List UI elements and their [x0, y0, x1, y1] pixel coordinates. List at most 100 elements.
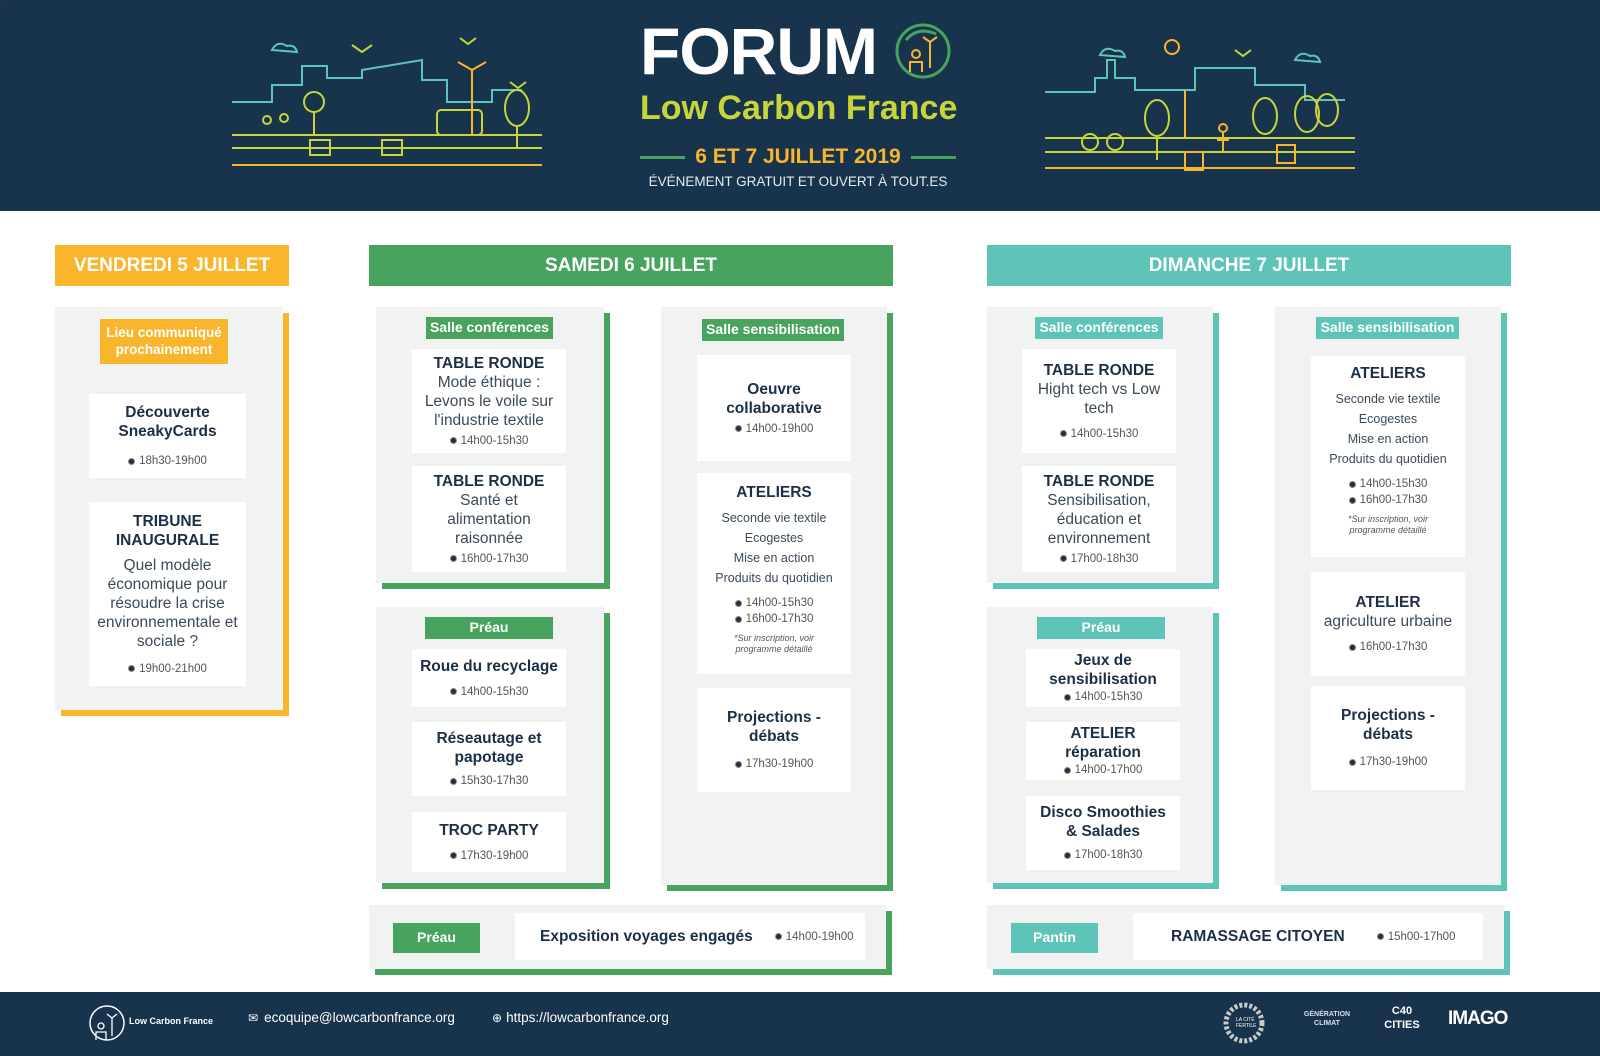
event-subtitle: Quel modèle économique pour résoudre la … [97, 556, 238, 650]
clock-icon [449, 437, 457, 444]
footer-url-text[interactable]: https://lowcarbonfrance.org [506, 1010, 669, 1025]
saturday-bottom-tag: Préau [393, 923, 480, 953]
event-card-tribune: TRIBUNE INAUGURALE Quel modèle économiqu… [89, 502, 246, 686]
sunday-preau-tag: Préau [1037, 617, 1165, 639]
event-subtitle: Santé et alimentation raisonnée [447, 491, 531, 547]
event-card-reseautage: Réseautage et papotage 15h30-17h30 [412, 722, 566, 796]
event-title: Projections - débats [1341, 707, 1435, 743]
partner-logo-imago: IMAGO [1448, 1008, 1508, 1029]
clock-icon [1059, 430, 1067, 437]
event-time: 17h30-19h00 [734, 756, 814, 772]
clock-icon [1063, 851, 1071, 859]
ateliers-times: 14h00-15h30 16h00-17h30 [734, 592, 814, 627]
event-time-text: 14h00-15h30 [1359, 478, 1428, 490]
clock-icon [734, 599, 742, 607]
event-card-reparation: ATELIER réparation 14h00-17h00 [1026, 722, 1180, 780]
event-time: 16h00-17h30 [449, 551, 528, 567]
event-card-roue: Roue du recyclage 14h00-15h30 [412, 649, 566, 707]
clock-icon [1376, 933, 1384, 940]
event-time: 14h00-15h30 [449, 433, 529, 449]
clock-icon [734, 425, 742, 432]
clock-icon [449, 688, 457, 695]
event-title: Découverte SneakyCards [118, 404, 217, 440]
footer-website[interactable]: ⊕ https://lowcarbonfrance.org [492, 1010, 669, 1025]
atelier-item: Produits du quotidien [715, 571, 833, 585]
clock-icon [128, 457, 136, 465]
event-title: TABLE RONDE [1043, 361, 1155, 379]
clock-icon [734, 615, 742, 623]
event-time-text: 17h00-18h30 [1070, 552, 1139, 565]
atelier-item: Produits du quotidien [1329, 452, 1447, 466]
atelier-item: Mise en action [733, 551, 815, 565]
clock-icon [734, 760, 742, 768]
day-header-saturday: SAMEDI 6 JUILLET [369, 245, 893, 286]
footer-email[interactable]: ✉ ecoquipe@lowcarbonfrance.org [248, 1010, 455, 1025]
sunday-conf-tag: Salle conférences [1035, 317, 1163, 339]
event-title: TRIBUNE INAUGURALE [115, 512, 220, 549]
people-globe-icon [895, 23, 951, 79]
event-time-text: 17h00-18h30 [1074, 849, 1143, 861]
event-card-oeuvre: Oeuvre collaborative 14h00-19h00 [697, 355, 851, 461]
friday-location-tag: Lieu communiqué prochainement [100, 319, 228, 364]
event-time-text: 14h00-17h00 [1074, 764, 1143, 776]
clock-icon [1348, 496, 1356, 504]
partner-logo-cite-fertile: LA CITÉ FERTILE [1222, 1000, 1266, 1046]
event-time: 14h00-15h30 [1059, 426, 1138, 442]
event-title: TABLE RONDE [1043, 472, 1155, 490]
event-title: ATELIERS [736, 484, 812, 501]
globe-icon: ⊕ [492, 1010, 503, 1025]
event-card-disco: Disco Smoothies & Salades 17h00-18h30 [1026, 796, 1180, 870]
corner-letter: E [1, 0, 8, 11]
day-header-friday: VENDREDI 5 JUILLET [55, 245, 289, 286]
event-time-text: 19h00-21h00 [139, 662, 207, 675]
atelier-item: Ecogestes [1358, 412, 1418, 426]
low-carbon-logo-icon [89, 1005, 125, 1041]
event-title: Projections - débats [727, 709, 821, 745]
dates-rule-right [910, 155, 957, 159]
event-card-ateliers-sun: ATELIERS Seconde vie textile Ecogestes M… [1311, 356, 1465, 557]
event-card-hightech: TABLE RONDE Hight tech vs Low tech 14h00… [1022, 349, 1176, 453]
event-time-text: 15h00-17h00 [1387, 930, 1456, 943]
event-title: TABLE RONDE [433, 472, 545, 490]
atelier-item: Ecogestes [744, 531, 804, 545]
event-time-text: 14h00-15h30 [460, 685, 529, 698]
event-time-text: 16h00-17h30 [745, 613, 814, 625]
header-banner: FORUM Low Carbon France 6 ET 7 JUILLET 2… [0, 0, 1600, 211]
event-time: 18h30-19h00 [128, 453, 207, 469]
forum-title: FORUM [640, 14, 878, 88]
event-subtitle: Mode éthique : Levons le voile sur l'ind… [424, 373, 554, 429]
event-title: TROC PARTY [439, 821, 539, 839]
clock-icon [1059, 555, 1067, 562]
event-title: ATELIER réparation [1065, 725, 1141, 761]
event-time: 14h00-17h00 [1063, 762, 1143, 778]
event-title: Oeuvre collaborative [726, 380, 822, 417]
partner-name: LA CITÉ FERTILE [1236, 1017, 1257, 1029]
event-time-text: 17h30-19h00 [745, 758, 814, 770]
dates-rule-left [640, 155, 686, 159]
sunday-bottom-tag: Pantin [1011, 923, 1098, 953]
event-card-ateliers-sat: ATELIERS Seconde vie textile Ecogestes M… [697, 473, 851, 674]
clock-icon [449, 852, 457, 859]
event-subtitle: agriculture urbaine [1323, 613, 1453, 630]
event-time: 14h00-15h30 [449, 684, 529, 700]
event-time-text: 14h00-15h30 [745, 597, 814, 609]
event-time-text: 14h00-15h30 [460, 434, 529, 447]
event-time-text: 14h00-19h00 [785, 930, 854, 943]
city-illustration-left [232, 37, 542, 166]
event-time: 19h00-21h00 [128, 661, 207, 677]
day-header-sunday: DIMANCHE 7 JUILLET [987, 245, 1511, 286]
saturday-conf-tag: Salle conférences [426, 317, 553, 339]
event-time-text: 14h00-15h30 [1074, 691, 1143, 703]
clock-icon [1063, 766, 1071, 774]
event-title: ATELIER [1355, 594, 1421, 611]
saturday-preau-tag: Préau [425, 617, 553, 639]
event-time: 17h30-19h00 [449, 848, 528, 864]
atelier-item: Seconde vie textile [721, 511, 827, 525]
saturday-sens-tag: Salle sensibilisation [702, 319, 844, 341]
event-time: 16h00-17h30 [1348, 639, 1427, 655]
footer: Low Carbon France ✉ ecoquipe@lowcarbonfr… [0, 992, 1600, 1056]
event-title: Réseautage et papotage [436, 730, 542, 766]
event-time-text: 16h00-17h30 [1359, 494, 1428, 506]
event-time: 14h00-19h00 [734, 421, 813, 437]
footer-email-text[interactable]: ecoquipe@lowcarbonfrance.org [264, 1010, 455, 1025]
